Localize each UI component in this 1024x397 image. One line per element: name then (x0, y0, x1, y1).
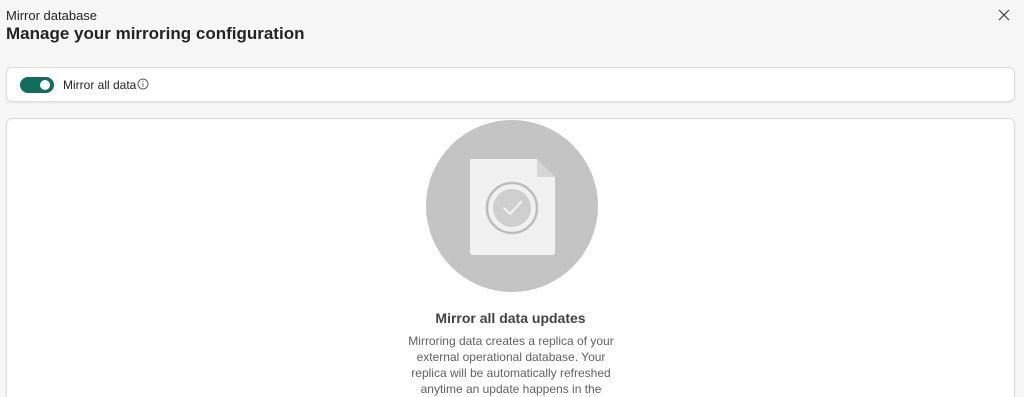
empty-state-heading: Mirror all data updates (435, 310, 586, 326)
info-icon[interactable] (137, 77, 149, 90)
mirror-all-data-label: Mirror all data (63, 78, 137, 92)
empty-state-description: Mirroring data creates a replica of your… (408, 334, 614, 396)
panel-title: Manage your mirroring configuration (6, 24, 305, 43)
panel-subtitle: Mirror database (6, 8, 98, 23)
mirror-all-data-card: Mirror all data (6, 67, 1015, 102)
close-icon (998, 9, 1010, 21)
toggle-knob (40, 80, 50, 90)
mirror-database-panel: Mirror database Manage your mirroring co… (0, 0, 1024, 397)
close-button[interactable] (996, 7, 1012, 23)
mirror-all-data-toggle[interactable] (20, 77, 54, 93)
empty-state-card: Mirror all data updates Mirroring data c… (6, 118, 1015, 397)
document-checkmark-icon (425, 119, 599, 293)
